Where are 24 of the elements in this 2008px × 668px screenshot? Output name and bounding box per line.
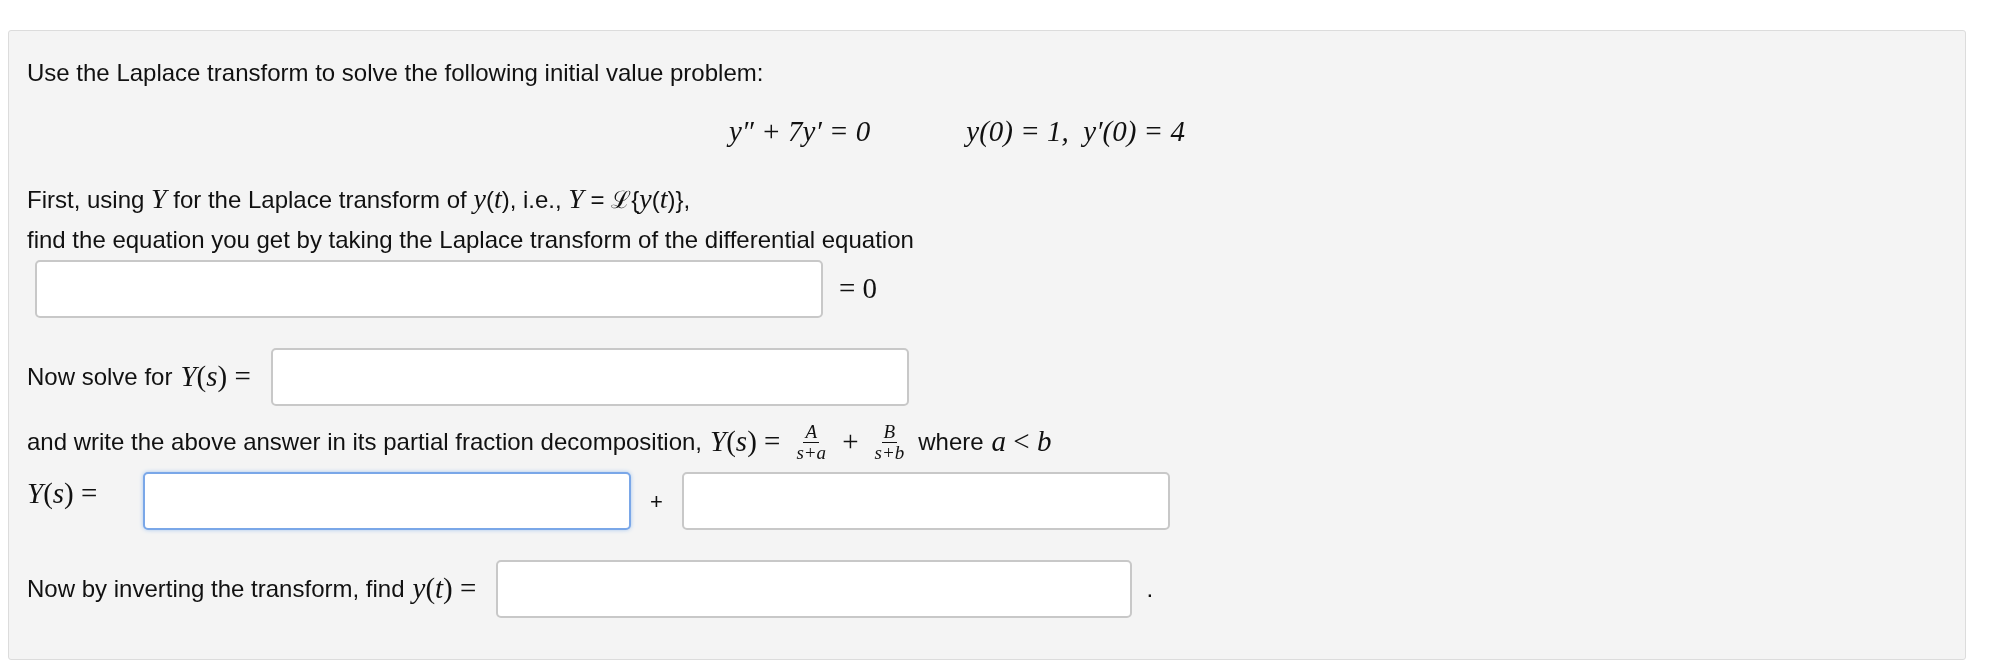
instruction-text: Use the Laplace transform to solve the following initial value problem: xyxy=(27,58,764,88)
math-text: a < b xyxy=(991,424,1052,460)
plus-sign: + xyxy=(842,424,859,460)
math-text: Y(s) = xyxy=(27,476,99,511)
fraction: B s+b xyxy=(873,421,906,463)
equation-text: y(0) = 1, y′(0) = 4 xyxy=(966,114,1185,149)
period-text: . xyxy=(1146,574,1154,604)
fraction: A s+a xyxy=(795,421,828,463)
math-text: y(t) = xyxy=(412,571,477,607)
answer-field[interactable] xyxy=(35,260,823,318)
math-text: Y(s) = xyxy=(180,359,251,395)
answer-field[interactable] xyxy=(270,348,909,406)
instruction-text: Now solve for xyxy=(27,362,173,392)
instruction-text: Now by inverting the transform, find xyxy=(27,574,405,604)
instruction-text: First, using Y for the Laplace transform of y(t), i.e., Y = ℒ{y(t)}, xyxy=(27,182,691,216)
instruction-text: and write the above answer in its partial fraction decomposition, xyxy=(27,427,703,457)
math-text: Y(s) = xyxy=(710,424,781,460)
answer-field[interactable] xyxy=(681,472,1170,530)
answer-field[interactable] xyxy=(496,560,1133,618)
instruction-text: find the equation you get by taking the Laplace transform of the differential equation xyxy=(27,225,914,255)
equation-text: = 0 xyxy=(839,271,878,307)
answer-field[interactable] xyxy=(143,472,631,530)
instruction-text: where xyxy=(918,427,984,457)
plus-sign: + xyxy=(650,487,663,516)
